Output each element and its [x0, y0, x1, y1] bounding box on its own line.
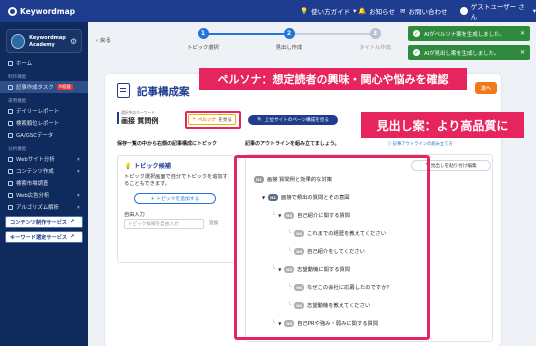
top-sites-button[interactable]: 🔍 上位サイトのページ構成を見る — [248, 115, 338, 125]
sidebar-item-daily-report[interactable]: デイリーレポート — [0, 105, 88, 117]
ai-badge: AI搭載 — [56, 84, 73, 90]
headings-highlight — [234, 155, 430, 340]
top-bar: Keywordmap 💡 使い方ガイド ▾ 🔔 お知らせ ✉ お問い合わせ ゲスト… — [0, 0, 536, 22]
contact-link[interactable]: ✉ お問い合わせ — [400, 0, 447, 22]
chevron-down-icon: ▾ — [77, 156, 80, 163]
ads-icon — [8, 192, 13, 198]
rank-icon — [8, 120, 13, 126]
topic-panel-desc: トピック選択画面で自分でトピックを追加することもできます。 — [124, 174, 228, 187]
page-title: 記事構成案 — [137, 86, 190, 98]
gear-icon[interactable]: ⚙ — [70, 37, 77, 46]
section-label: 制作機能 — [8, 75, 27, 80]
chevron-down-icon: ▾ — [77, 168, 80, 175]
help-icon: ⓘ — [387, 142, 392, 147]
add-topic-button[interactable]: + トピックを追加する — [134, 193, 216, 204]
external-link-icon: ↗ — [70, 219, 75, 225]
step-2: 2 見出し作成 — [275, 28, 303, 51]
bulb-icon: 💡 — [300, 7, 309, 15]
add-small-button[interactable]: 追加 — [209, 220, 218, 226]
outline-hint: 記事のアウトラインを組み立てましょう。 — [245, 141, 340, 147]
close-icon[interactable]: ✕ — [520, 30, 525, 37]
section-label: 運用機能 — [8, 99, 27, 104]
sidebar-item-web-ads[interactable]: Web広告分析 ▾ — [0, 189, 88, 201]
brand-card[interactable]: Keywordmap Academy ⚙ — [6, 29, 82, 53]
sidebar-item-home[interactable]: ホーム — [0, 57, 88, 69]
home-icon — [8, 60, 13, 66]
content-icon — [8, 168, 13, 174]
report-icon — [8, 108, 13, 114]
notice-link[interactable]: 🔔 お知らせ — [358, 0, 395, 22]
task-icon — [8, 84, 13, 90]
bulb-icon: 💡 — [124, 163, 132, 170]
sidebar-item-algorithm[interactable]: アルゴリズム解析 ▾ — [0, 201, 88, 213]
selected-keyword: 画接 質問例 — [121, 117, 159, 125]
topic-panel-title: 💡 トピック候補 — [124, 163, 171, 170]
chevron-down-icon: ▾ — [353, 7, 357, 15]
toast-headings: ✓ AIが見出し案を生成しました。 ✕ — [408, 45, 530, 60]
check-icon: ✓ — [413, 49, 420, 56]
document-icon — [117, 83, 130, 98]
user-menu[interactable]: ゲストユーザー さん ▾ — [460, 0, 536, 22]
stepper: 1 トピック選択 2 見出し作成 3 タイトル作成 — [178, 28, 391, 54]
sidebar-item-ga-gsc[interactable]: GA/GSCデータ — [0, 129, 88, 141]
sidebar-item-site-analysis[interactable]: Webサイト分析 ▾ — [0, 153, 88, 165]
chevron-down-icon: ▾ — [77, 192, 80, 199]
section-label: 分析機能 — [8, 147, 27, 152]
guide-link[interactable]: 💡 使い方ガイド ▾ — [300, 0, 356, 22]
outline-help-link[interactable]: ⓘ 記事アウトラインの組み立て方 — [387, 141, 453, 147]
persona-banner: ペルソナ：想定読者の興味・関心や悩みを確認 — [199, 68, 467, 90]
content-service-button[interactable]: コンテンツ制作サービス ↗ — [5, 216, 83, 228]
back-link[interactable]: ‹ 戻る — [96, 36, 111, 44]
app-logo[interactable]: Keywordmap — [8, 6, 76, 16]
headings-banner: 見出し案：より高品質に — [361, 112, 524, 138]
mail-icon: ✉ — [400, 7, 406, 15]
user-avatar-icon — [460, 7, 468, 15]
step-1: 1 トピック選択 — [187, 28, 219, 51]
topic-input[interactable]: トピック候補を自由入力 — [124, 219, 204, 229]
toast-persona: ✓ AIがペルソナ案を生成しました。 ✕ — [408, 26, 530, 41]
check-icon: ✓ — [413, 30, 420, 37]
save-hint: 保存一覧の中から右側の記事構成にトピック — [117, 141, 218, 147]
brand-avatar — [11, 33, 26, 49]
free-input-label: 自由入力 — [124, 212, 145, 218]
keyword-marker — [117, 112, 119, 124]
close-icon[interactable]: ✕ — [520, 49, 525, 56]
site-icon — [8, 156, 13, 162]
sidebar-item-content[interactable]: コンテンツ作成 ▾ — [0, 165, 88, 177]
step-3: 3 タイトル作成 — [359, 28, 391, 51]
next-button[interactable]: 次へ — [475, 82, 497, 94]
sidebar-item-rank-report[interactable]: 検索順位レポート — [0, 117, 88, 129]
app-name: Keywordmap — [20, 6, 76, 16]
bell-icon: 🔔 — [358, 7, 367, 15]
sidebar-item-article-task[interactable]: 記事作成タスク AI搭載 — [0, 81, 88, 93]
sidebar: Keywordmap Academy ⚙ ホーム 制作機能 記事作成タスク AI搭… — [0, 22, 88, 346]
sidebar-item-market[interactable]: 検索市場調査 — [0, 177, 88, 189]
chevron-down-icon: ▾ — [77, 204, 80, 211]
logo-icon — [8, 6, 17, 16]
topic-panel: 💡 トピック候補 トピック選択画面で自分でトピックを追加することもできます。 +… — [117, 155, 235, 263]
search-icon: 🔍 — [257, 117, 263, 123]
external-link-icon: ↗ — [70, 234, 75, 240]
chart-icon — [8, 132, 13, 138]
algorithm-icon — [8, 204, 13, 210]
keyword-service-button[interactable]: キーワード選定サービス ↗ — [5, 231, 83, 243]
persona-highlight — [185, 111, 241, 129]
market-icon — [8, 180, 13, 186]
